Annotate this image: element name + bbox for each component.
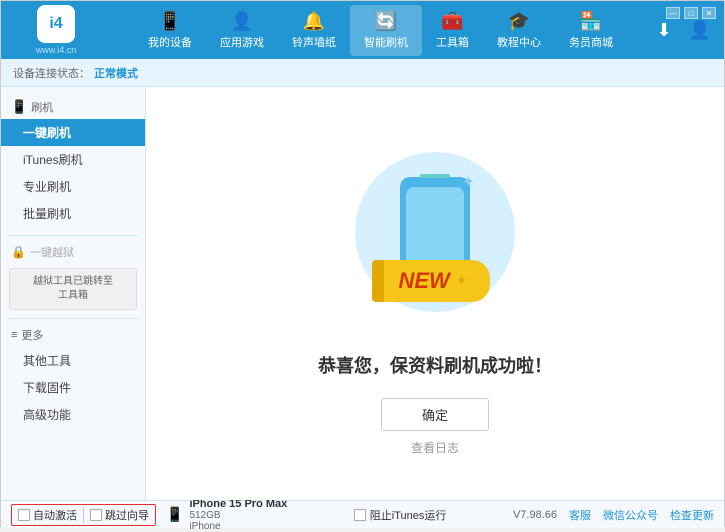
connection-status: 正常模式 bbox=[94, 65, 138, 81]
header-right: ⬇ 👤 bbox=[650, 16, 714, 44]
guide-label: 跳过向导 bbox=[105, 507, 149, 523]
close-button[interactable]: ✕ bbox=[702, 7, 716, 19]
sidebar-more-header: ≡ 更多 bbox=[1, 323, 145, 347]
nav-ringtone-label: 铃声墙纸 bbox=[292, 34, 336, 50]
nav-app-games-label: 应用游戏 bbox=[220, 34, 264, 50]
nav-tutorial-label: 教程中心 bbox=[497, 34, 541, 50]
activation-controls: 自动激活 跳过向导 bbox=[11, 504, 156, 526]
nav-service-icon: 🏪 bbox=[580, 11, 602, 32]
sidebar-item-other-tools[interactable]: 其他工具 bbox=[1, 347, 145, 374]
logo-subtitle: www.i4.cn bbox=[36, 45, 77, 55]
nav-toolbox-label: 工具箱 bbox=[436, 34, 469, 50]
phone-speaker bbox=[420, 174, 450, 178]
logo: i4 www.i4.cn bbox=[11, 5, 101, 55]
nav-my-device-label: 我的设备 bbox=[148, 34, 192, 50]
nav-smart-flash-label: 智能刷机 bbox=[364, 34, 408, 50]
success-message: 恭喜您，保资料刷机成功啦！ bbox=[318, 352, 552, 378]
device-details: iPhone 15 Pro Max 512GB iPhone bbox=[189, 498, 287, 532]
more-label: 更多 bbox=[21, 327, 43, 343]
nav-app-games[interactable]: 👤 应用游戏 bbox=[206, 5, 278, 56]
flash-section-icon: 📱 bbox=[11, 99, 27, 115]
sidebar: 📱 刷机 一键刷机 iTunes刷机 专业刷机 批量刷机 🔒 一键越狱 越狱工具… bbox=[1, 87, 146, 500]
flash-section-label: 刷机 bbox=[31, 99, 53, 115]
new-text: NEW bbox=[398, 268, 449, 294]
auto-activate-label: 自动激活 bbox=[33, 507, 77, 523]
nav-toolbox[interactable]: 🧰 工具箱 bbox=[422, 5, 483, 56]
note-line1: 越狱工具已跳转至 bbox=[16, 275, 130, 289]
bottom-left: 自动激活 跳过向导 📱 iPhone 15 Pro Max 512GB iPho… bbox=[11, 498, 287, 532]
new-banner: NEW ✦ bbox=[335, 260, 535, 302]
guide-checkbox[interactable] bbox=[90, 509, 102, 521]
minimize-button[interactable]: — bbox=[666, 7, 680, 19]
sidebar-divider-1 bbox=[9, 235, 137, 236]
sidebar-divider-2 bbox=[9, 318, 137, 319]
sub-header: 设备连接状态： 正常模式 bbox=[1, 59, 724, 87]
main-content: ✦ ✦ NEW ✦ 恭喜您，保资料刷机成功啦！ 确定 查看日志 bbox=[146, 87, 724, 500]
bottom-bar: 自动激活 跳过向导 📱 iPhone 15 Pro Max 512GB iPho… bbox=[1, 500, 724, 528]
jailbreak-label: 一键越狱 bbox=[30, 244, 74, 260]
sidebar-item-one-key-flash[interactable]: 一键刷机 bbox=[1, 119, 145, 146]
nav-tutorial-icon: 🎓 bbox=[508, 11, 530, 32]
device-storage: 512GB bbox=[189, 510, 287, 521]
nav-app-games-icon: 👤 bbox=[231, 11, 253, 32]
logo-icon: i4 bbox=[37, 5, 75, 43]
nav-my-device[interactable]: 📱 我的设备 bbox=[134, 5, 206, 56]
lock-icon: 🔒 bbox=[11, 245, 26, 259]
wechat-link[interactable]: 微信公众号 bbox=[603, 507, 658, 523]
device-info: 📱 iPhone 15 Pro Max 512GB iPhone bbox=[166, 498, 287, 532]
sidebar-flash-section: 📱 刷机 一键刷机 iTunes刷机 专业刷机 批量刷机 bbox=[1, 95, 145, 227]
sidebar-item-advanced[interactable]: 高级功能 bbox=[1, 401, 145, 428]
sidebar-item-download-firmware[interactable]: 下载固件 bbox=[1, 374, 145, 401]
nav-smart-flash-icon: 🔄 bbox=[375, 11, 397, 32]
itunes-label: 阻止iTunes运行 bbox=[370, 507, 447, 523]
nav-ringtone-icon: 🔔 bbox=[303, 11, 325, 32]
check-update-link[interactable]: 检查更新 bbox=[670, 507, 714, 523]
nav-my-device-icon: 📱 bbox=[159, 11, 181, 32]
ribbon-left bbox=[372, 260, 384, 302]
nav-smart-flash[interactable]: 🔄 智能刷机 bbox=[350, 5, 422, 56]
guide-checkbox-item: 跳过向导 bbox=[83, 507, 149, 523]
auto-activate-checkbox[interactable] bbox=[18, 509, 30, 521]
sidebar-item-pro-flash[interactable]: 专业刷机 bbox=[1, 173, 145, 200]
log-link[interactable]: 查看日志 bbox=[411, 439, 459, 456]
itunes-checkbox[interactable] bbox=[354, 509, 366, 521]
user-button[interactable]: 👤 bbox=[686, 16, 714, 44]
maximize-button[interactable]: □ bbox=[684, 7, 698, 19]
version-label: V7.98.66 bbox=[513, 509, 557, 521]
device-type: iPhone bbox=[189, 521, 287, 532]
more-icon: ≡ bbox=[11, 329, 17, 341]
customer-service-link[interactable]: 客服 bbox=[569, 507, 591, 523]
nav-tutorial[interactable]: 🎓 教程中心 bbox=[483, 5, 555, 56]
main-layout: 📱 刷机 一键刷机 iTunes刷机 专业刷机 批量刷机 🔒 一键越狱 越狱工具… bbox=[1, 87, 724, 500]
nav-service-label: 务员商城 bbox=[569, 34, 613, 50]
auto-activate-checkbox-item: 自动激活 bbox=[18, 507, 77, 523]
confirm-button[interactable]: 确定 bbox=[381, 398, 489, 431]
note-line2: 工具箱 bbox=[16, 289, 130, 303]
nav-toolbox-icon: 🧰 bbox=[441, 11, 463, 32]
sidebar-item-batch-flash[interactable]: 批量刷机 bbox=[1, 200, 145, 227]
header: i4 www.i4.cn 📱 我的设备 👤 应用游戏 🔔 铃声墙纸 🔄 智能刷机 bbox=[1, 1, 724, 59]
nav-service[interactable]: 🏪 务员商城 bbox=[555, 5, 627, 56]
sparkle-icon-1: ✦ bbox=[462, 172, 475, 192]
download-button[interactable]: ⬇ bbox=[650, 16, 678, 44]
window-controls: — □ ✕ bbox=[666, 7, 716, 19]
nav-bar: 📱 我的设备 👤 应用游戏 🔔 铃声墙纸 🔄 智能刷机 🧰 工具箱 🎓 bbox=[111, 5, 650, 56]
sidebar-flash-header: 📱 刷机 bbox=[1, 95, 145, 119]
success-graphic: ✦ ✦ NEW ✦ bbox=[335, 132, 535, 332]
itunes-control: 阻止iTunes运行 bbox=[354, 507, 447, 523]
sidebar-item-itunes-flash[interactable]: iTunes刷机 bbox=[1, 146, 145, 173]
sidebar-jailbreak-disabled: 🔒 一键越狱 bbox=[1, 240, 145, 264]
device-phone-icon: 📱 bbox=[166, 506, 183, 523]
nav-ringtone[interactable]: 🔔 铃声墙纸 bbox=[278, 5, 350, 56]
connection-label: 设备连接状态： bbox=[13, 65, 90, 81]
sidebar-redirect-note: 越狱工具已跳转至 工具箱 bbox=[9, 268, 137, 310]
bottom-right: V7.98.66 客服 微信公众号 检查更新 bbox=[513, 507, 714, 523]
star-icon: ✦ bbox=[456, 272, 468, 289]
